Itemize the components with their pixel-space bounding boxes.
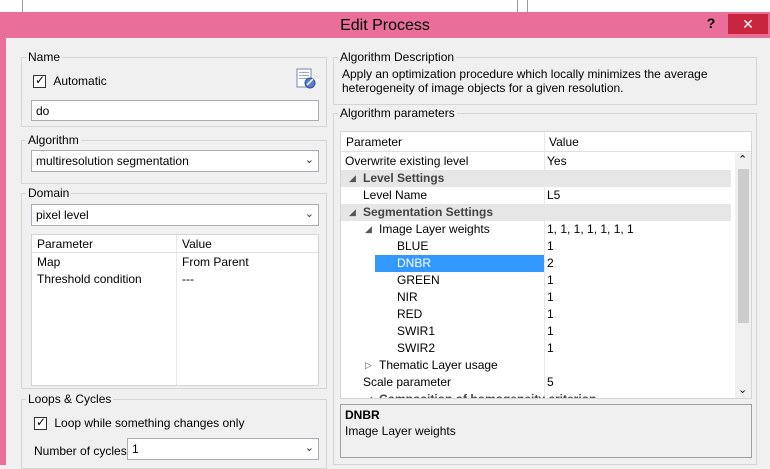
param-value: 1 <box>547 341 554 355</box>
param-label: Level Name <box>363 188 428 202</box>
param-row-segmentation-settings[interactable]: ◢ Segmentation Settings <box>341 204 731 221</box>
name-input[interactable]: do <box>31 100 319 121</box>
params-header-value: Value <box>549 135 579 149</box>
automatic-checkbox[interactable]: ✓ <box>33 73 46 89</box>
chevron-down-icon: ⌄ <box>304 154 314 166</box>
edit-name-icon[interactable] <box>295 68 317 90</box>
expand-triangle-icon[interactable]: ▷ <box>365 357 372 374</box>
param-label: Scale parameter <box>363 375 452 389</box>
params-rows: Overwrite existing level Yes ◢ Level Set… <box>341 153 731 399</box>
background-panel-right <box>527 0 770 12</box>
cycles-select[interactable]: 1 ⌄ <box>127 438 319 460</box>
param-value: 1 <box>547 290 554 304</box>
param-value: 1, 1, 1, 1, 1, 1, 1 <box>547 222 634 236</box>
domain-parameter-grid[interactable]: Parameter Value Map From Parent Threshol… <box>31 234 319 386</box>
parameter-detail-title: DNBR <box>345 408 380 422</box>
scrollbar-thumb[interactable] <box>738 169 749 323</box>
domain-grid-header: Parameter Value <box>32 235 318 253</box>
param-label: Composition of homogeneity criterion <box>379 392 597 399</box>
param-value: L5 <box>547 188 561 202</box>
param-value: 1 <box>547 324 554 338</box>
algorithm-select[interactable]: multiresolution segmentation ⌄ <box>31 150 319 172</box>
param-label: Overwrite existing level <box>345 154 469 168</box>
window-title: Edit Process <box>340 17 430 34</box>
loop-checkbox[interactable]: ✓ <box>34 415 47 431</box>
background-window-strip <box>0 0 770 12</box>
help-button[interactable]: ? <box>696 15 726 35</box>
domain-row-parameter: Threshold condition <box>37 272 142 286</box>
domain-row-threshold[interactable]: Threshold condition --- <box>32 271 318 288</box>
loop-checkbox-row[interactable]: ✓ Loop while something changes only <box>34 415 244 431</box>
algorithm-parameter-grid[interactable]: Parameter Value Overwrite existing level… <box>340 131 752 399</box>
loop-label: Loop while something changes only <box>54 416 245 430</box>
close-button[interactable]: ✕ <box>728 14 768 34</box>
param-label: BLUE <box>397 239 429 253</box>
params-group-label: Algorithm parameters <box>338 106 457 120</box>
param-category-label: Segmentation Settings <box>363 205 494 219</box>
chevron-down-icon: ⌄ <box>304 208 314 220</box>
param-value: 5 <box>547 375 554 389</box>
collapse-triangle-icon[interactable]: ◢ <box>365 221 372 238</box>
parameter-detail-text: Image Layer weights <box>345 424 456 438</box>
checkmark-icon: ✓ <box>35 73 46 88</box>
params-grid-header: Parameter Value <box>341 132 751 152</box>
loops-group-label: Loops & Cycles <box>26 392 114 406</box>
automatic-checkbox-row[interactable]: ✓ Automatic <box>33 73 107 89</box>
domain-row-value: --- <box>182 272 194 286</box>
edit-process-dialog: Edit Process ? ✕ Name ✓ Automatic do Alg… <box>0 12 770 469</box>
domain-row-map[interactable]: Map From Parent <box>32 254 318 271</box>
param-label: Thematic Layer usage <box>379 358 498 372</box>
name-group-label: Name <box>26 50 63 64</box>
param-category-label: Level Settings <box>363 171 445 185</box>
param-value: 2 <box>547 256 554 270</box>
background-panel-left <box>22 0 518 12</box>
algorithm-group-label: Algorithm <box>26 133 81 147</box>
checkmark-icon: ✓ <box>36 415 47 430</box>
description-group-label: Algorithm Description <box>338 50 457 64</box>
cycles-label: Number of cycles <box>34 444 127 458</box>
params-scrollbar[interactable]: ⌃ ⌄ <box>735 153 751 398</box>
collapse-triangle-icon[interactable]: ◢ <box>349 204 356 221</box>
collapse-triangle-icon[interactable]: ◢ <box>365 391 372 398</box>
dialog-content: Name ✓ Automatic do Algorithm multiresol… <box>6 38 770 469</box>
automatic-label: Automatic <box>53 74 107 88</box>
params-header-parameter: Parameter <box>346 135 403 149</box>
param-value: 1 <box>547 239 554 253</box>
param-row-level-settings[interactable]: ◢ Level Settings <box>341 170 731 187</box>
cycles-select-value: 1 <box>132 442 139 456</box>
scroll-down-icon[interactable]: ⌄ <box>738 383 747 396</box>
param-label: GREEN <box>397 273 440 287</box>
domain-group-label: Domain <box>26 186 72 200</box>
domain-header-parameter: Parameter <box>37 237 94 251</box>
collapse-triangle-icon[interactable]: ◢ <box>349 170 356 187</box>
param-label: SWIR2 <box>397 341 436 355</box>
domain-select[interactable]: pixel level ⌄ <box>31 204 319 226</box>
algorithm-description-text: Apply an optimization procedure which lo… <box>342 67 708 95</box>
param-value: 1 <box>547 307 554 321</box>
algorithm-description-group: Algorithm Description Apply an optimizat… <box>333 50 757 105</box>
param-label: Image Layer weights <box>379 222 490 236</box>
domain-row-value: From Parent <box>182 255 249 269</box>
param-value: Yes <box>547 154 567 168</box>
param-label: DNBR <box>397 256 432 270</box>
domain-row-parameter: Map <box>37 255 61 269</box>
chevron-down-icon: ⌄ <box>304 442 314 454</box>
scroll-up-icon[interactable]: ⌃ <box>738 153 747 166</box>
title-bar[interactable]: Edit Process ? ✕ <box>0 12 770 38</box>
param-value: 1 <box>547 273 554 287</box>
param-label: SWIR1 <box>397 324 436 338</box>
algorithm-select-value: multiresolution segmentation <box>36 154 189 168</box>
domain-header-value: Value <box>182 237 212 251</box>
parameter-detail-box: DNBR Image Layer weights <box>340 404 752 458</box>
param-label: NIR <box>397 290 418 304</box>
domain-select-value: pixel level <box>36 208 89 222</box>
param-label: RED <box>397 307 423 321</box>
